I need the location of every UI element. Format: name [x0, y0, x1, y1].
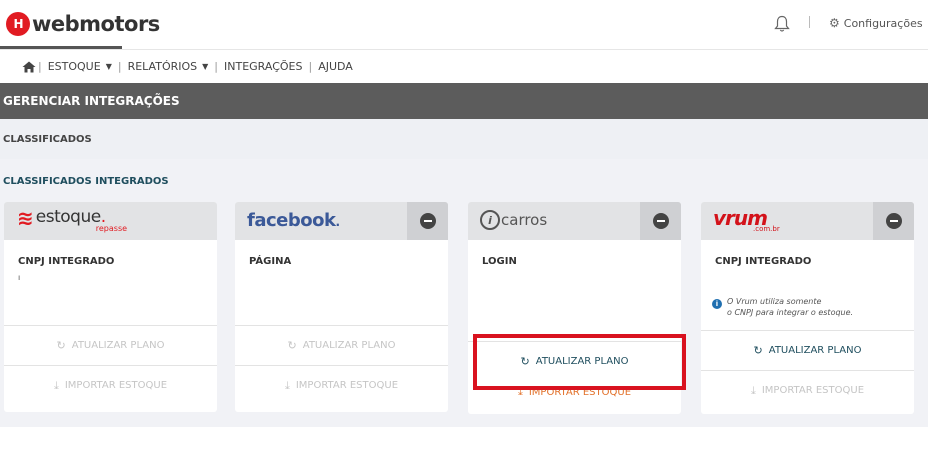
nav-item-label: AJUDA	[318, 60, 353, 73]
estoque-logo-sub: repasse	[95, 224, 128, 233]
nav-item-relatorios[interactable]: RELATÓRIOS ▼	[124, 60, 213, 73]
remove-integration-button[interactable]	[873, 202, 914, 240]
update-plan-label: ATUALIZAR PLANO	[302, 340, 396, 351]
import-stock-label: IMPORTAR ESTOQUE	[295, 380, 399, 391]
caret-down-icon: ▼	[202, 62, 209, 71]
nav-item-ajuda[interactable]: AJUDA	[314, 60, 357, 73]
facebook-logo-text: facebook	[247, 210, 336, 231]
nav-separator: |	[38, 60, 42, 73]
minus-circle-icon	[885, 213, 902, 229]
download-icon: ⤓	[284, 378, 290, 392]
card-header: i carros	[468, 202, 681, 240]
estoque-logo: ≋ estoque. repasse	[17, 207, 127, 233]
estoque-logo-mark: ≋	[17, 206, 34, 230]
vrum-info-note: i O Vrum utiliza somente o CNPJ para int…	[712, 296, 853, 318]
settings-link[interactable]: ⚙ Configurações	[829, 16, 923, 30]
update-plan-button[interactable]: ↻ ATUALIZAR PLANO	[4, 325, 217, 365]
home-icon[interactable]	[22, 61, 36, 73]
card-header: ≋ estoque. repasse	[4, 202, 217, 240]
nav-item-label: ESTOQUE	[47, 60, 101, 73]
update-plan-button[interactable]: ↻ ATUALIZAR PLANO	[235, 325, 448, 365]
note-line: O Vrum utiliza somente	[727, 297, 822, 306]
header-separator	[809, 16, 810, 28]
webmotors-logo-text: webmotors	[32, 12, 160, 36]
facebook-logo-dot: .	[335, 215, 340, 229]
logo-active-underline	[0, 46, 122, 49]
section-label: CLASSIFICADOS INTEGRADOS	[3, 176, 169, 187]
top-header: H webmotors ⚙ Configurações	[0, 0, 928, 50]
card-field-label: CNPJ INTEGRADO	[715, 256, 812, 267]
nav-separator: |	[117, 60, 122, 73]
update-plan-button[interactable]: ↻ ATUALIZAR PLANO	[701, 330, 914, 370]
refresh-icon: ↻	[56, 339, 66, 352]
main-nav: | ESTOQUE ▼ | RELATÓRIOS ▼ | INTEGRAÇÕES…	[0, 50, 928, 83]
import-stock-label: IMPORTAR ESTOQUE	[761, 385, 865, 396]
download-icon: ⤓	[750, 383, 756, 397]
vrum-logo-sub: .com.br	[753, 225, 780, 233]
gear-icon: ⚙	[829, 16, 840, 30]
update-plan-label: ATUALIZAR PLANO	[71, 340, 165, 351]
minus-circle-icon	[419, 213, 436, 229]
vrum-logo: vrum .com.br	[713, 207, 780, 233]
webmotors-logo-badge: H	[6, 12, 30, 36]
integration-card-estoque: ≋ estoque. repasse CNPJ INTEGRADO ı ↻ AT…	[4, 202, 217, 412]
settings-label: Configurações	[843, 16, 923, 30]
card-field-label: PÁGINA	[249, 256, 292, 267]
nav-item-integracoes[interactable]: INTEGRAÇÕES	[220, 60, 306, 73]
integration-card-facebook: facebook. PÁGINA ↻ ATUALIZAR PLANO ⤓ IMP…	[235, 202, 448, 412]
integration-card-vrum: vrum .com.br CNPJ INTEGRADO i O Vrum uti…	[701, 202, 914, 414]
nav-separator: |	[308, 60, 313, 73]
bell-icon[interactable]	[774, 15, 790, 33]
download-icon: ⤓	[53, 378, 59, 392]
nav-item-label: INTEGRAÇÕES	[224, 60, 303, 73]
facebook-logo: facebook.	[247, 210, 340, 231]
card-field-label: LOGIN	[482, 256, 517, 267]
import-stock-label: IMPORTAR ESTOQUE	[64, 380, 168, 391]
card-header: vrum .com.br	[701, 202, 914, 240]
refresh-icon: ↻	[753, 344, 763, 357]
page-title: GERENCIAR INTEGRAÇÕES	[0, 83, 928, 119]
remove-integration-button[interactable]	[640, 202, 681, 240]
card-field-value: ı	[18, 273, 21, 282]
highlight-box	[473, 334, 686, 390]
update-plan-label: ATUALIZAR PLANO	[768, 345, 862, 356]
import-stock-button[interactable]: ⤓ IMPORTAR ESTOQUE	[235, 365, 448, 405]
nav-item-estoque[interactable]: ESTOQUE ▼	[44, 60, 116, 73]
info-icon: i	[712, 299, 722, 309]
import-stock-button[interactable]: ⤓ IMPORTAR ESTOQUE	[701, 370, 914, 410]
nav-item-label: RELATÓRIOS	[127, 60, 198, 73]
remove-integration-button[interactable]	[407, 202, 448, 240]
section-subtitle: CLASSIFICADOS	[0, 119, 928, 159]
refresh-icon: ↻	[287, 339, 297, 352]
minus-circle-icon	[652, 213, 669, 229]
card-field-label: CNPJ INTEGRADO	[18, 256, 115, 267]
icarros-logo: i carros	[480, 210, 547, 230]
note-line: o CNPJ para integrar o estoque.	[727, 308, 854, 317]
card-header: facebook.	[235, 202, 448, 240]
webmotors-logo[interactable]: H webmotors	[6, 12, 160, 36]
icarros-logo-icon: i	[480, 210, 500, 230]
nav-separator: |	[214, 60, 219, 73]
caret-down-icon: ▼	[105, 62, 112, 71]
import-stock-button[interactable]: ⤓ IMPORTAR ESTOQUE	[4, 365, 217, 405]
icarros-logo-text: carros	[501, 211, 548, 229]
estoque-logo-text: estoque	[35, 207, 101, 227]
